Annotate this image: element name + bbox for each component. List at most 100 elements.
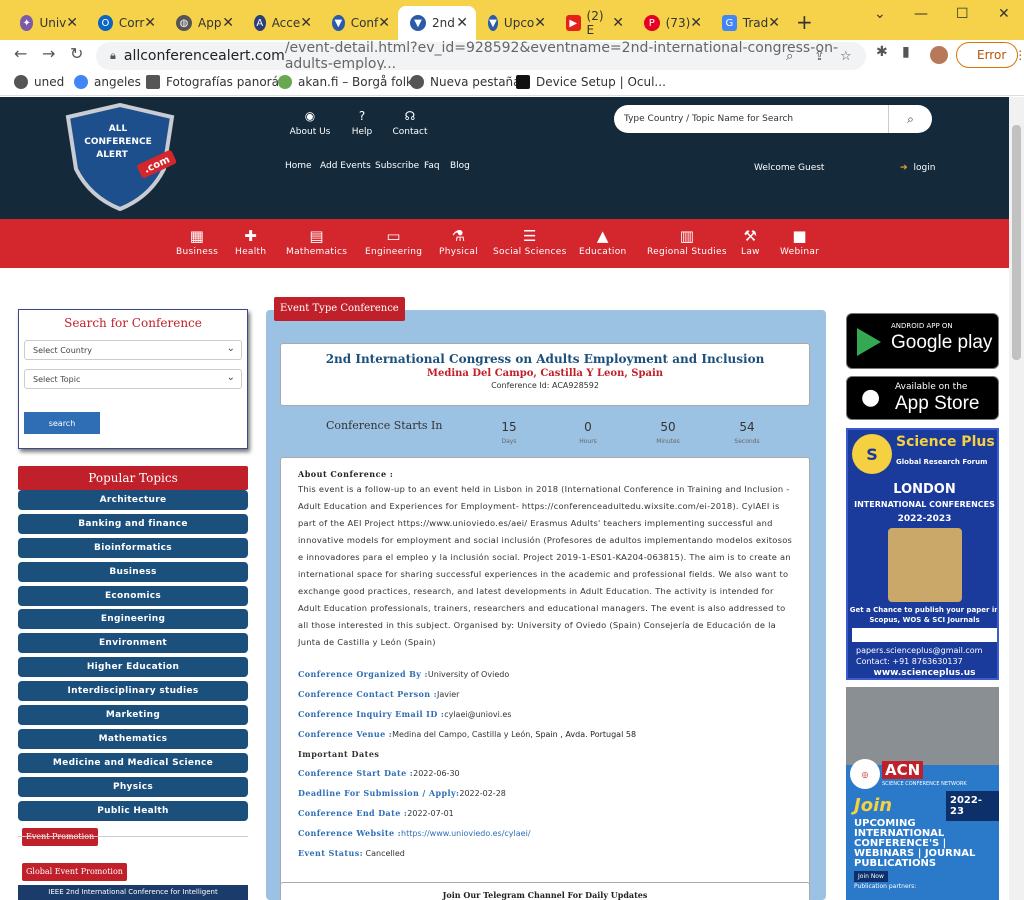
tab-6[interactable]: ▼ Upco ✕ [476, 6, 554, 40]
topic-environment[interactable]: Environment [18, 633, 248, 653]
category-physical[interactable]: ⚗ Physical [439, 227, 478, 257]
close-icon[interactable]: ✕ [534, 15, 546, 31]
site-logo[interactable]: ALL CONFERENCE ALERT .com [60, 103, 180, 213]
category-label: Health [235, 247, 267, 257]
event-title: 2nd International Congress on Adults Emp… [325, 352, 765, 366]
topic-engineering[interactable]: Engineering [18, 609, 248, 629]
menu-blog[interactable]: Blog [450, 161, 470, 171]
sidepanel-icon[interactable]: ▮ [902, 44, 910, 60]
topic-economics[interactable]: Economics [18, 586, 248, 606]
page-scrollbar[interactable] [1009, 97, 1024, 900]
topic-mathematics[interactable]: Mathematics [18, 729, 248, 749]
scrollbar-thumb[interactable] [1012, 125, 1021, 360]
topic-marketing[interactable]: Marketing [18, 705, 248, 725]
about-us-link[interactable]: ◉ About Us [285, 109, 335, 137]
close-icon[interactable]: ✕ [612, 15, 624, 31]
bookmark-angeles[interactable]: angeles [74, 75, 141, 89]
address-bar[interactable]: 🔒︎ allconferencealert.com/event-detail.h… [96, 40, 866, 72]
telegram-card[interactable]: Join Our Telegram Channel For Daily Upda… [280, 882, 810, 900]
star-icon[interactable]: ☆ [840, 49, 852, 64]
science-plus-ad[interactable]: S Science Plus Global Research Forum LON… [846, 428, 999, 680]
website-link[interactable]: https://www.unioviedo.es/cylaei/ [401, 829, 531, 838]
category-mathematics[interactable]: ▤ Mathematics [286, 227, 347, 257]
maximize-icon[interactable]: ☐ [956, 6, 969, 22]
close-icon[interactable]: ✕ [690, 15, 702, 31]
search-icon[interactable]: ⌕ [888, 105, 932, 133]
category-webinar[interactable]: ■ Webinar [780, 227, 819, 257]
building-icon: ▦ [189, 227, 205, 245]
forward-icon[interactable]: → [42, 44, 55, 63]
reload-icon[interactable]: ↻ [70, 44, 83, 63]
close-icon[interactable]: ✕ [768, 15, 780, 31]
search-button[interactable]: search [24, 412, 100, 434]
share-icon[interactable]: ⇪ [814, 49, 825, 64]
topic-public-health[interactable]: Public Health [18, 801, 248, 821]
topic-physics[interactable]: Physics [18, 777, 248, 797]
window-close-icon[interactable]: ✕ [998, 6, 1010, 22]
topic-select[interactable]: Select Topic ⌄ [24, 369, 242, 389]
tab-4[interactable]: ▼ Conf ✕ [320, 6, 398, 40]
tab-8[interactable]: P (73) ✕ [632, 6, 710, 40]
back-icon[interactable]: ← [14, 44, 27, 63]
category-education[interactable]: ▲ Education [579, 227, 627, 257]
site-search-input[interactable]: Type Country / Topic Name for Search ⌕ [614, 105, 932, 133]
category-label: Regional Studies [647, 247, 727, 257]
tab-5-active[interactable]: ▼ 2nd ✕ [398, 6, 476, 40]
new-tab-icon[interactable]: + [796, 10, 813, 34]
topic-higher-education[interactable]: Higher Education [18, 657, 248, 677]
category-business[interactable]: ▦ Business [176, 227, 218, 257]
menu-home[interactable]: Home [285, 161, 312, 171]
promoted-event-link[interactable]: IEEE 2nd International Conference for In… [18, 885, 248, 900]
close-icon[interactable]: ✕ [378, 15, 390, 31]
menu-add-events[interactable]: Add Events [320, 161, 371, 171]
category-engineering[interactable]: ▭ Engineering [365, 227, 422, 257]
category-health[interactable]: ✚ Health [235, 227, 266, 257]
country-select[interactable]: Select Country ⌄ [24, 340, 242, 360]
tab-1[interactable]: O Corr ✕ [86, 6, 164, 40]
login-label: login [913, 163, 936, 173]
category-regional-studies[interactable]: ▥ Regional Studies [647, 227, 727, 257]
app-store-badge[interactable]: ● Available on the App Store [846, 376, 999, 420]
topic-bioinformatics[interactable]: Bioinformatics [18, 538, 248, 558]
bookmark-fotografias[interactable]: Fotografías panorá... [146, 75, 290, 89]
google-play-small: ANDROID APP ON [891, 322, 953, 330]
bookmark-akan[interactable]: akan.fi – Borgå folk... [278, 75, 424, 89]
tab-search-icon[interactable]: ⌄ [874, 6, 886, 22]
tab-2[interactable]: ◍ App ✕ [164, 6, 242, 40]
contact-link[interactable]: ☊ Contact [385, 109, 435, 137]
close-icon[interactable]: ✕ [144, 15, 156, 31]
tab-3[interactable]: A Acce ✕ [242, 6, 320, 40]
close-icon[interactable]: ✕ [222, 15, 234, 31]
category-social-sciences[interactable]: ☰ Social Sciences [493, 227, 567, 257]
google-play-badge[interactable]: ANDROID APP ON Google play [846, 313, 999, 369]
topic-business[interactable]: Business [18, 562, 248, 582]
login-link[interactable]: ➔ login [900, 163, 935, 173]
error-button[interactable]: Error ⋮ [956, 42, 1024, 68]
acn-ad[interactable]: ◎ ACN SCIENCE CONFERENCE NETWORK 2022-23… [846, 687, 999, 900]
help-link[interactable]: ? Help [337, 109, 387, 137]
lock-icon[interactable]: 🔒︎ [110, 49, 116, 63]
zoom-icon[interactable]: ⌕ [786, 49, 793, 64]
close-icon[interactable]: ✕ [456, 15, 468, 31]
tab-9[interactable]: G Trad ✕ [710, 6, 788, 40]
bookmark-device-setup[interactable]: Device Setup | Ocul... [516, 75, 666, 89]
tab-0[interactable]: ✦ Univ ✕ [8, 6, 86, 40]
category-law[interactable]: ⚒ Law [741, 227, 760, 257]
tab-7[interactable]: ▶ (2) E ✕ [554, 6, 632, 40]
avatar[interactable] [930, 46, 948, 64]
menu-subscribe[interactable]: Subscribe [375, 161, 419, 171]
bookmark-nueva-pestana[interactable]: Nueva pestaña [410, 75, 521, 89]
user-icon: ◉ [304, 109, 316, 123]
topic-medicine[interactable]: Medicine and Medical Science [18, 753, 248, 773]
close-icon[interactable]: ✕ [66, 15, 78, 31]
topic-interdisciplinary-studies[interactable]: Interdisciplinary studies [18, 681, 248, 701]
topic-banking-and-finance[interactable]: Banking and finance [18, 514, 248, 534]
menu-faq[interactable]: Faq [424, 161, 440, 171]
countdown-minutes-value: 50 [660, 420, 676, 434]
extensions-icon[interactable]: ✱ [876, 44, 888, 60]
minimize-icon[interactable]: — [914, 6, 928, 22]
topic-architecture[interactable]: Architecture [18, 490, 248, 510]
email-value[interactable]: cylaei@uniovi.es [444, 710, 511, 719]
close-icon[interactable]: ✕ [300, 15, 312, 31]
bookmark-uned[interactable]: uned [14, 75, 64, 89]
